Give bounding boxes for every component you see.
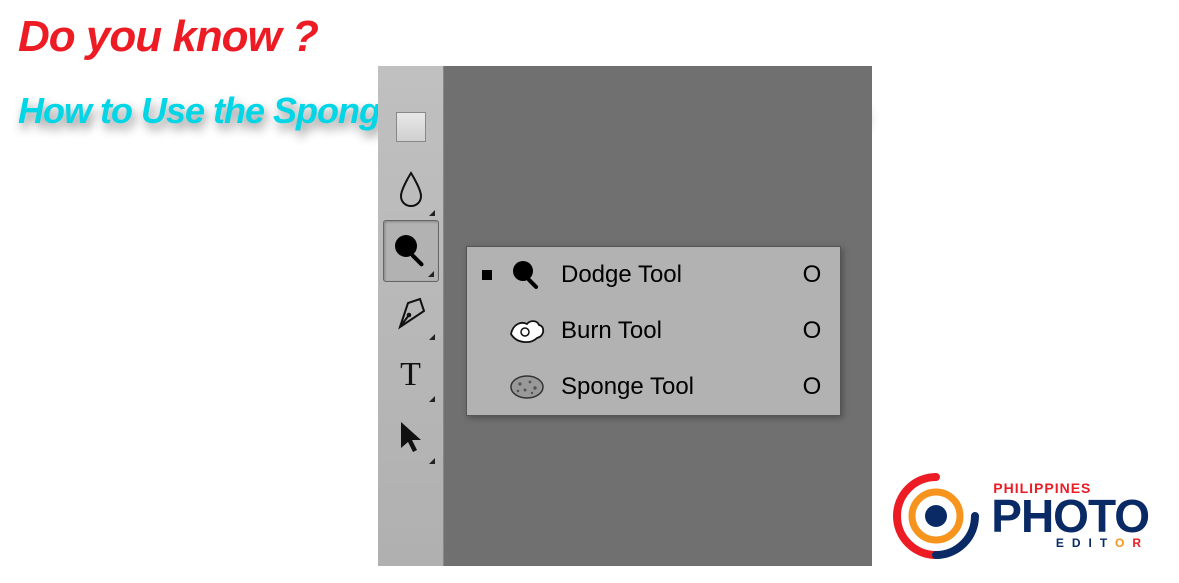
foreground-color-swatch[interactable] xyxy=(383,96,439,158)
heading-do-you-know: Do you know ? xyxy=(18,12,318,62)
blur-tool[interactable] xyxy=(383,158,439,220)
logo-text-photo: PHOTO xyxy=(991,497,1149,536)
flyout-shortcut: O xyxy=(798,261,826,289)
pen-icon xyxy=(394,293,428,333)
droplet-icon xyxy=(397,171,425,207)
flyout-label: Burn Tool xyxy=(561,317,784,345)
flyout-item-sponge[interactable]: Sponge Tool O xyxy=(467,359,840,415)
flyout-label: Sponge Tool xyxy=(561,373,784,401)
flyout-item-dodge[interactable]: Dodge Tool O xyxy=(467,247,840,303)
flyout-shortcut: O xyxy=(798,373,826,401)
logo-text-editor: EDITOR xyxy=(991,538,1149,548)
logo-mark-icon xyxy=(889,469,983,563)
dodge-icon xyxy=(391,231,431,271)
swatch-icon xyxy=(396,112,426,142)
logo-text: PHILIPPINES PHOTO EDITOR xyxy=(991,483,1149,548)
tool-palette: T xyxy=(378,66,444,566)
path-selection-tool[interactable] xyxy=(383,406,439,468)
arrow-cursor-icon xyxy=(397,420,425,454)
active-marker-icon xyxy=(481,269,493,281)
flyout-label: Dodge Tool xyxy=(561,261,784,289)
active-marker-icon xyxy=(481,381,493,393)
type-icon: T xyxy=(400,356,421,394)
pen-tool[interactable] xyxy=(383,282,439,344)
dodge-icon xyxy=(510,258,544,292)
flyout-shortcut: O xyxy=(798,317,826,345)
active-marker-icon xyxy=(481,325,493,337)
tool-flyout-menu: Dodge Tool O Burn Tool O xyxy=(466,246,841,416)
dodge-tool-button[interactable] xyxy=(383,220,439,282)
brand-logo: PHILIPPINES PHOTO EDITOR xyxy=(889,469,1149,563)
flyout-item-burn[interactable]: Burn Tool O xyxy=(467,303,840,359)
type-tool[interactable]: T xyxy=(383,344,439,406)
photoshop-panel: T Dodge Tool O xyxy=(378,66,872,566)
burn-hand-icon xyxy=(507,316,547,346)
sponge-icon xyxy=(508,373,546,401)
